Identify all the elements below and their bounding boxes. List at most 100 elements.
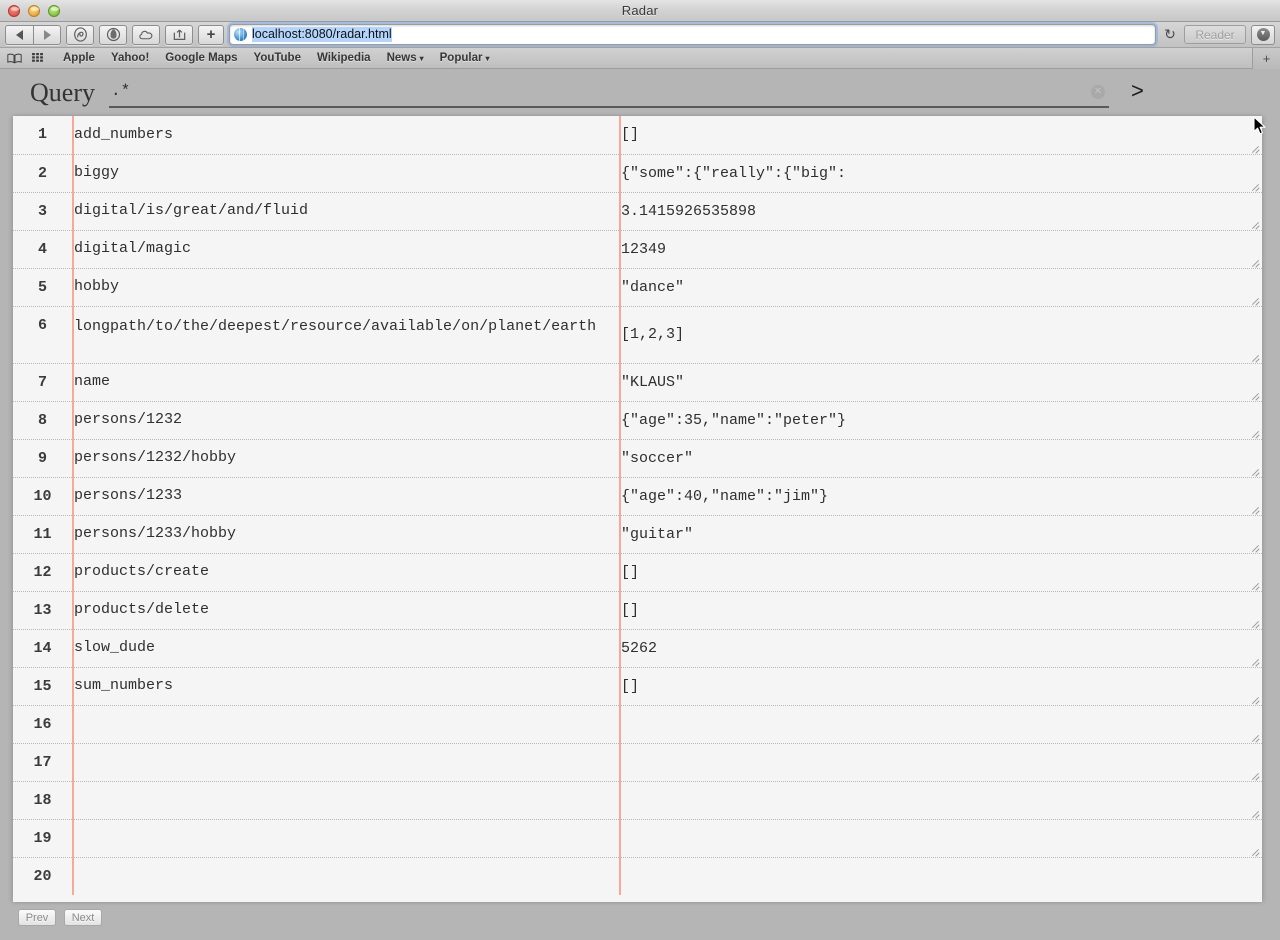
row-value[interactable]: [1,2,3]	[620, 306, 1262, 364]
downloads-button[interactable]	[1251, 24, 1275, 45]
resize-grip-icon[interactable]	[1249, 617, 1260, 628]
row-value[interactable]: {"age":35,"name":"peter"}	[620, 401, 1262, 440]
row-value[interactable]: 12349	[620, 230, 1262, 269]
pagination-controls: Prev Next	[18, 909, 102, 926]
row-key[interactable]: products/create	[72, 553, 621, 592]
icloud-tabs-button[interactable]	[132, 24, 160, 45]
row-key[interactable]: persons/1232	[72, 401, 621, 440]
resize-grip-icon[interactable]	[1249, 294, 1260, 305]
privacy-shield-button[interactable]	[99, 24, 127, 45]
row-key[interactable]: name	[72, 363, 621, 402]
row-key[interactable]: digital/is/great/and/fluid	[72, 192, 621, 231]
resize-grip-icon[interactable]	[1249, 579, 1260, 590]
resize-grip-icon[interactable]	[1249, 389, 1260, 400]
row-value[interactable]	[620, 781, 1262, 820]
resize-grip-icon[interactable]	[1249, 427, 1260, 438]
row-value[interactable]	[620, 743, 1262, 782]
resize-grip-icon[interactable]	[1249, 256, 1260, 267]
row-value[interactable]: "dance"	[620, 268, 1262, 307]
resize-grip-icon[interactable]	[1249, 180, 1260, 191]
row-key[interactable]: slow_dude	[72, 629, 621, 668]
resize-grip-icon[interactable]	[1249, 218, 1260, 229]
add-bookmark-button[interactable]: +	[198, 24, 224, 45]
row-key[interactable]: products/delete	[72, 591, 621, 630]
row-value[interactable]: []	[620, 667, 1262, 706]
resize-grip-icon[interactable]	[1249, 541, 1260, 552]
row-key[interactable]: sum_numbers	[72, 667, 621, 706]
resize-grip-icon[interactable]	[1249, 807, 1260, 818]
results-table-body: 1 add_numbers [] 2 biggy {"some":{"reall…	[13, 116, 1262, 895]
resize-grip-icon[interactable]	[1249, 351, 1260, 362]
row-key[interactable]: persons/1233	[72, 477, 621, 516]
close-button[interactable]	[8, 5, 20, 17]
bookmark-apple[interactable]: Apple	[55, 52, 103, 64]
row-value[interactable]: {"age":40,"name":"jim"}	[620, 477, 1262, 516]
bookmark-news[interactable]: News ▾	[379, 52, 432, 64]
row-key[interactable]: persons/1233/hobby	[72, 515, 621, 554]
row-key[interactable]: digital/magic	[72, 230, 621, 269]
row-key[interactable]	[72, 857, 621, 895]
row-value[interactable]: []	[620, 116, 1262, 155]
row-value[interactable]	[620, 819, 1262, 858]
bookmark-label: Wikipedia	[316, 52, 371, 64]
reader-button[interactable]: Reader	[1184, 25, 1246, 44]
row-value[interactable]: 5262	[620, 629, 1262, 668]
row-key[interactable]	[72, 705, 621, 744]
row-key[interactable]	[72, 743, 621, 782]
share-button[interactable]	[165, 24, 193, 45]
row-value[interactable]: "soccer"	[620, 439, 1262, 478]
bookmark-google-maps[interactable]: Google Maps	[157, 52, 245, 64]
history-button[interactable]	[66, 24, 94, 45]
row-key[interactable]: biggy	[72, 154, 621, 193]
resize-grip-icon[interactable]	[1249, 769, 1260, 780]
resize-grip-icon[interactable]	[1249, 465, 1260, 476]
row-key[interactable]: longpath/to/the/deepest/resource/availab…	[72, 306, 621, 364]
row-value[interactable]	[620, 857, 1262, 895]
bookmark-youtube[interactable]: YouTube	[246, 52, 309, 64]
resize-grip-icon[interactable]	[1249, 731, 1260, 742]
resize-grip-icon[interactable]	[1249, 693, 1260, 704]
minimize-button[interactable]	[28, 5, 40, 17]
resize-grip-icon[interactable]	[1249, 845, 1260, 856]
cloud-icon	[138, 30, 152, 40]
top-sites-button[interactable]	[32, 52, 45, 64]
row-key[interactable]	[72, 819, 621, 858]
resize-grip-icon[interactable]	[1249, 503, 1260, 514]
bookmark-wikipedia[interactable]: Wikipedia	[309, 52, 379, 64]
forward-button[interactable]	[33, 24, 61, 45]
resize-grip-icon[interactable]	[1249, 142, 1260, 153]
bookmark-yahoo[interactable]: Yahoo!	[103, 52, 157, 64]
row-number: 17	[13, 743, 74, 782]
row-value-text: 3.1415926535898	[621, 202, 757, 220]
row-number: 16	[13, 705, 74, 744]
prev-button[interactable]: Prev	[18, 909, 56, 926]
row-value[interactable]: "KLAUS"	[620, 363, 1262, 402]
row-value[interactable]: 3.1415926535898	[620, 192, 1262, 231]
clear-query-icon[interactable]: ✕	[1090, 84, 1105, 99]
row-key[interactable]	[72, 781, 621, 820]
row-key[interactable]: persons/1232/hobby	[72, 439, 621, 478]
row-key[interactable]: hobby	[72, 268, 621, 307]
query-input[interactable]	[108, 78, 1091, 105]
address-bar[interactable]: localhost:8080/radar.html	[229, 24, 1156, 45]
shield-icon	[106, 27, 120, 42]
row-value[interactable]	[620, 705, 1262, 744]
row-value[interactable]: []	[620, 591, 1262, 630]
show-all-bookmarks-button[interactable]	[7, 53, 22, 64]
submit-query-button[interactable]: >	[1131, 79, 1144, 106]
row-value-text: {"age":40,"name":"jim"}	[621, 487, 829, 505]
zoom-button[interactable]	[48, 5, 60, 17]
new-tab-button[interactable]: +	[1252, 48, 1280, 69]
row-number: 12	[13, 553, 74, 592]
bookmark-popular[interactable]: Popular ▾	[432, 52, 498, 64]
row-value[interactable]: {"some":{"really":{"big":	[620, 154, 1262, 193]
grid-icon	[32, 52, 43, 62]
next-button[interactable]: Next	[64, 909, 102, 926]
resize-grip-icon[interactable]	[1249, 655, 1260, 666]
row-value[interactable]: []	[620, 553, 1262, 592]
table-row: 17	[13, 743, 1262, 782]
reload-button[interactable]: ↻	[1161, 26, 1179, 43]
back-button[interactable]	[5, 24, 33, 45]
row-key[interactable]: add_numbers	[72, 116, 621, 155]
row-value[interactable]: "guitar"	[620, 515, 1262, 554]
